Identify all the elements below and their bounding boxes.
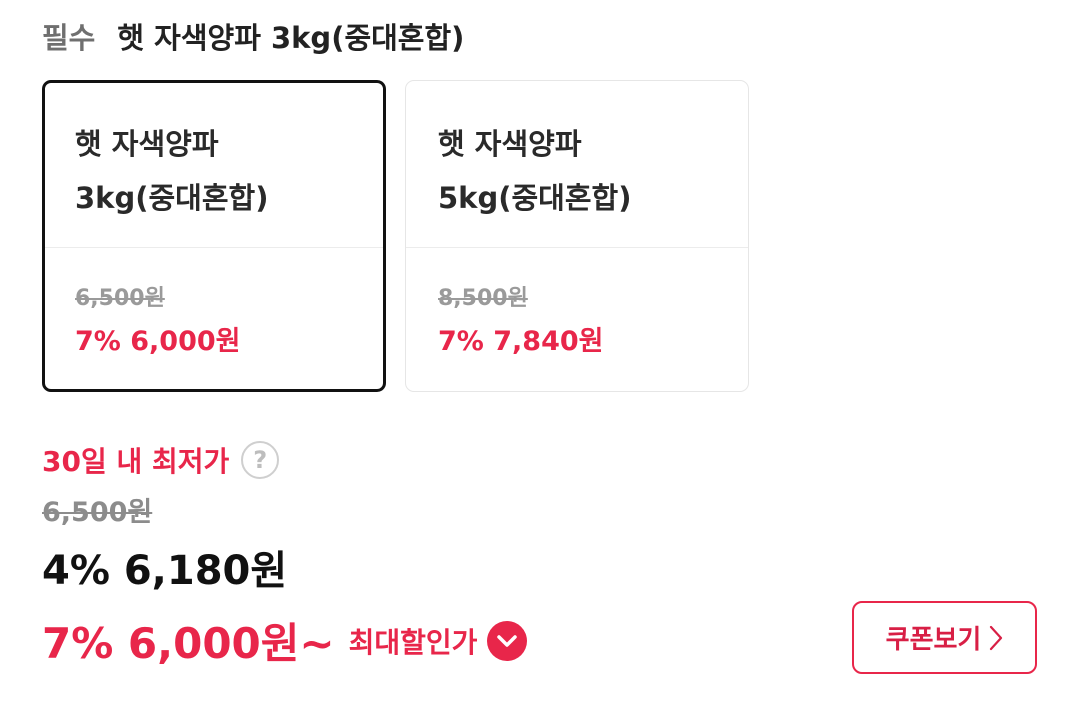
coupon-view-button[interactable]: 쿠폰보기 — [852, 601, 1037, 674]
option-name: 햇 자색양파 3kg(중대혼합) — [75, 117, 365, 225]
lowest-price-row: 30일 내 최저가 ? — [42, 440, 280, 480]
selected-option-name: 햇 자색양파 3kg(중대혼합) — [117, 21, 465, 55]
card-divider — [45, 247, 383, 248]
lowest-price-label: 30일 내 최저가 — [42, 445, 230, 478]
max-discount-label: 최대할인가 — [348, 625, 478, 659]
coupon-button-label: 쿠폰보기 — [885, 625, 982, 655]
option-sale-price: 7% 7,840원 — [438, 326, 604, 357]
chevron-down-icon — [497, 634, 518, 647]
card-divider — [406, 247, 748, 248]
option-original-price: 8,500원 — [438, 286, 528, 311]
option-card-3kg[interactable]: 햇 자색양파 3kg(중대혼합) 6,500원 7% 6,000원 — [42, 80, 386, 392]
option-name-line1: 햇 자색양파 — [75, 127, 219, 161]
current-price: 4% 6,180원 — [42, 548, 288, 594]
max-discount-row: 7% 6,000원~ 최대할인가 — [42, 610, 528, 671]
max-discount-price: 7% 6,000원~ — [42, 619, 335, 668]
option-card-5kg[interactable]: 햇 자색양파 5kg(중대혼합) 8,500원 7% 7,840원 — [405, 80, 749, 392]
option-name-line2: 5kg(중대혼합) — [438, 181, 632, 215]
option-name-line2: 3kg(중대혼합) — [75, 181, 269, 215]
option-name-line1: 햇 자색양파 — [438, 127, 582, 161]
required-label: 필수 — [42, 21, 96, 55]
chevron-right-icon — [989, 625, 1003, 651]
chevron-down-circle-icon[interactable] — [487, 620, 528, 661]
option-sale-price: 7% 6,000원 — [75, 326, 241, 357]
product-option-panel: 필수 햇 자색양파 3kg(중대혼합) 햇 자색양파 3kg(중대혼합) 6,5… — [0, 0, 1080, 702]
help-circle-icon[interactable]: ? — [241, 441, 280, 479]
summary-original-price: 6,500원 — [42, 497, 153, 528]
option-original-price: 6,500원 — [75, 286, 165, 311]
option-name: 햇 자색양파 5kg(중대혼합) — [438, 117, 728, 225]
option-header: 필수 햇 자색양파 3kg(중대혼합) — [42, 14, 464, 58]
